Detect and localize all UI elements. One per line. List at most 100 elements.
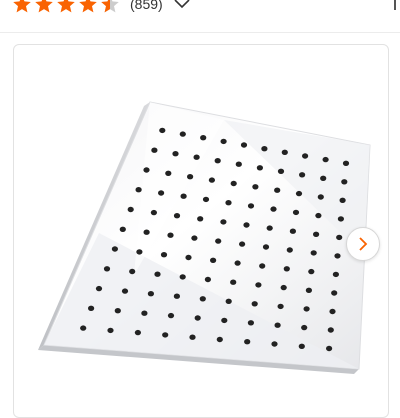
nozzle-hole: [193, 154, 200, 160]
nozzle-hole: [80, 325, 87, 331]
nozzle-hole: [167, 312, 175, 319]
nozzle-hole: [134, 329, 141, 336]
product-image-shower-head[interactable]: [14, 45, 388, 417]
nozzle-hole: [262, 244, 270, 250]
nozzle-hole: [274, 322, 281, 328]
nozzle-hole: [147, 291, 154, 297]
scrollbar-indicator: [394, 0, 396, 10]
nozzle-hole: [187, 174, 194, 180]
nozzle-hole: [247, 203, 255, 209]
nozzle-hole: [310, 250, 317, 256]
nozzle-hole: [150, 209, 157, 216]
nozzle-hole: [286, 247, 293, 253]
nozzle-hole: [235, 161, 242, 167]
rating-row: (859): [12, 0, 191, 16]
nozzle-hole: [299, 172, 306, 178]
chevron-down-icon[interactable]: [173, 0, 191, 10]
nozzle-hole: [281, 149, 288, 155]
nozzle-hole: [308, 268, 315, 275]
star-rating[interactable]: [12, 0, 120, 14]
nozzle-hole: [200, 135, 207, 141]
nozzle-hole: [292, 209, 300, 216]
nozzle-hole: [136, 249, 143, 255]
nozzle-hole: [95, 285, 103, 292]
nozzle-hole: [302, 153, 309, 159]
nozzle-hole: [167, 232, 174, 238]
nozzle-hole: [103, 266, 111, 272]
nozzle-hole: [121, 288, 129, 294]
nozzle-hole: [225, 200, 232, 206]
nozzle-hole: [88, 305, 95, 311]
nozzle-hole: [135, 187, 142, 193]
nozzle-hole: [240, 142, 248, 148]
nozzle-hole: [216, 336, 223, 343]
nozzle-hole: [313, 231, 320, 237]
nozzle-hole: [141, 310, 148, 316]
nozzle-hole: [159, 127, 166, 134]
nozzle-hole: [334, 253, 341, 259]
nozzle-hole: [315, 212, 322, 219]
nozzle-hole: [143, 167, 150, 173]
nozzle-hole: [289, 228, 296, 234]
nozzle-hole: [197, 216, 204, 222]
nozzle-hole: [191, 235, 198, 241]
nozzle-hole: [202, 196, 210, 203]
nozzle-hole: [266, 225, 273, 231]
nozzle-hole: [239, 241, 246, 247]
nozzle-hole: [317, 194, 324, 200]
nozzle-hole: [327, 327, 334, 333]
nozzle-hole: [256, 165, 263, 171]
nozzle-hole: [129, 268, 136, 275]
nozzle-hole: [259, 263, 266, 269]
nozzle-hole: [331, 290, 338, 296]
nozzle-hole: [230, 279, 237, 285]
nozzle-hole: [208, 177, 215, 183]
nozzle-hole: [114, 308, 121, 314]
nozzle-hole: [107, 327, 114, 334]
nozzle-hole: [158, 190, 165, 196]
nozzle-hole: [220, 219, 227, 225]
nozzle-hole: [179, 274, 186, 280]
nozzle-hole: [172, 151, 179, 157]
nozzle-hole: [160, 252, 168, 258]
nozzle-hole: [151, 147, 158, 153]
nozzle-hole: [329, 308, 336, 315]
nozzle-hole: [274, 187, 281, 193]
product-image-card[interactable]: [13, 44, 389, 418]
nozzle-hole: [339, 197, 346, 203]
nozzle-hole: [295, 190, 303, 197]
divider: [0, 32, 400, 33]
nozzle-hole: [243, 222, 250, 228]
nozzle-hole: [247, 320, 254, 326]
nozzle-hole: [173, 213, 181, 219]
nozzle-hole: [252, 184, 259, 190]
chevron-right-icon: [359, 237, 368, 251]
nozzle-hole: [283, 266, 290, 272]
nozzle-hole: [143, 229, 150, 235]
nozzle-hole: [326, 345, 333, 352]
nozzle-hole: [322, 156, 329, 163]
nozzle-hole: [234, 260, 241, 266]
nozzle-hole: [301, 324, 308, 331]
nozzle-hole: [277, 303, 284, 310]
nozzle-hole: [199, 296, 206, 302]
nozzle-hole: [189, 334, 196, 340]
nozzle-hole: [214, 158, 221, 164]
nozzle-hole: [185, 254, 192, 261]
star-icon: [35, 0, 53, 13]
nozzle-hole: [230, 180, 237, 187]
review-count[interactable]: (859): [130, 0, 163, 12]
nozzle-hole: [111, 246, 118, 252]
next-image-button[interactable]: [346, 227, 380, 261]
nozzle-hole: [225, 298, 232, 304]
nozzle-hole: [194, 315, 201, 321]
nozzle-hole: [342, 160, 350, 166]
nozzle-hole: [173, 293, 180, 299]
nozzle-hole: [332, 271, 339, 278]
nozzle-hole: [303, 306, 310, 312]
nozzle-hole: [162, 332, 169, 338]
nozzle-hole: [127, 206, 134, 213]
nozzle-hole: [220, 138, 227, 145]
nozzle-hole: [337, 216, 344, 222]
star-icon: [79, 0, 97, 13]
